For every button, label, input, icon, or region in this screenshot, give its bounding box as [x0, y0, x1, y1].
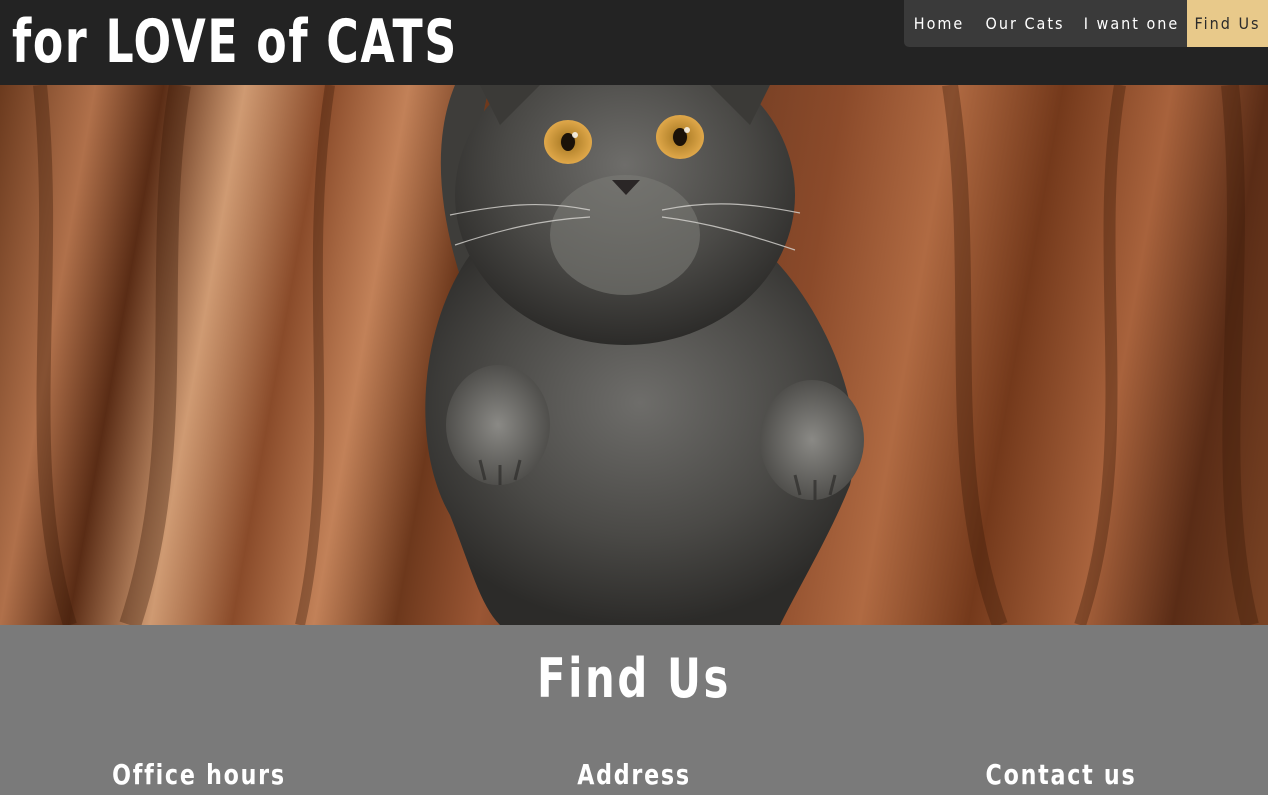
contact-us-heading: Contact us [985, 758, 1137, 791]
hero-image [0, 85, 1268, 625]
office-hours-heading: Office hours [112, 758, 286, 791]
find-us-section: Find Us Office hours Address Contact us [0, 625, 1268, 795]
site-title[interactable]: for LOVE of CATS [12, 0, 458, 85]
cat-illustration [33, 85, 1259, 625]
nav-home[interactable]: Home [904, 0, 974, 47]
nav-i-want-one[interactable]: I want one [1076, 0, 1187, 47]
site-header: for LOVE of CATS Home Our Cats I want on… [0, 0, 1268, 85]
find-us-title: Find Us [537, 647, 731, 710]
main-nav: Home Our Cats I want one Find Us [904, 0, 1268, 47]
nav-our-cats[interactable]: Our Cats [974, 0, 1076, 47]
nav-find-us[interactable]: Find Us [1187, 0, 1268, 47]
address-heading: Address [577, 758, 691, 791]
